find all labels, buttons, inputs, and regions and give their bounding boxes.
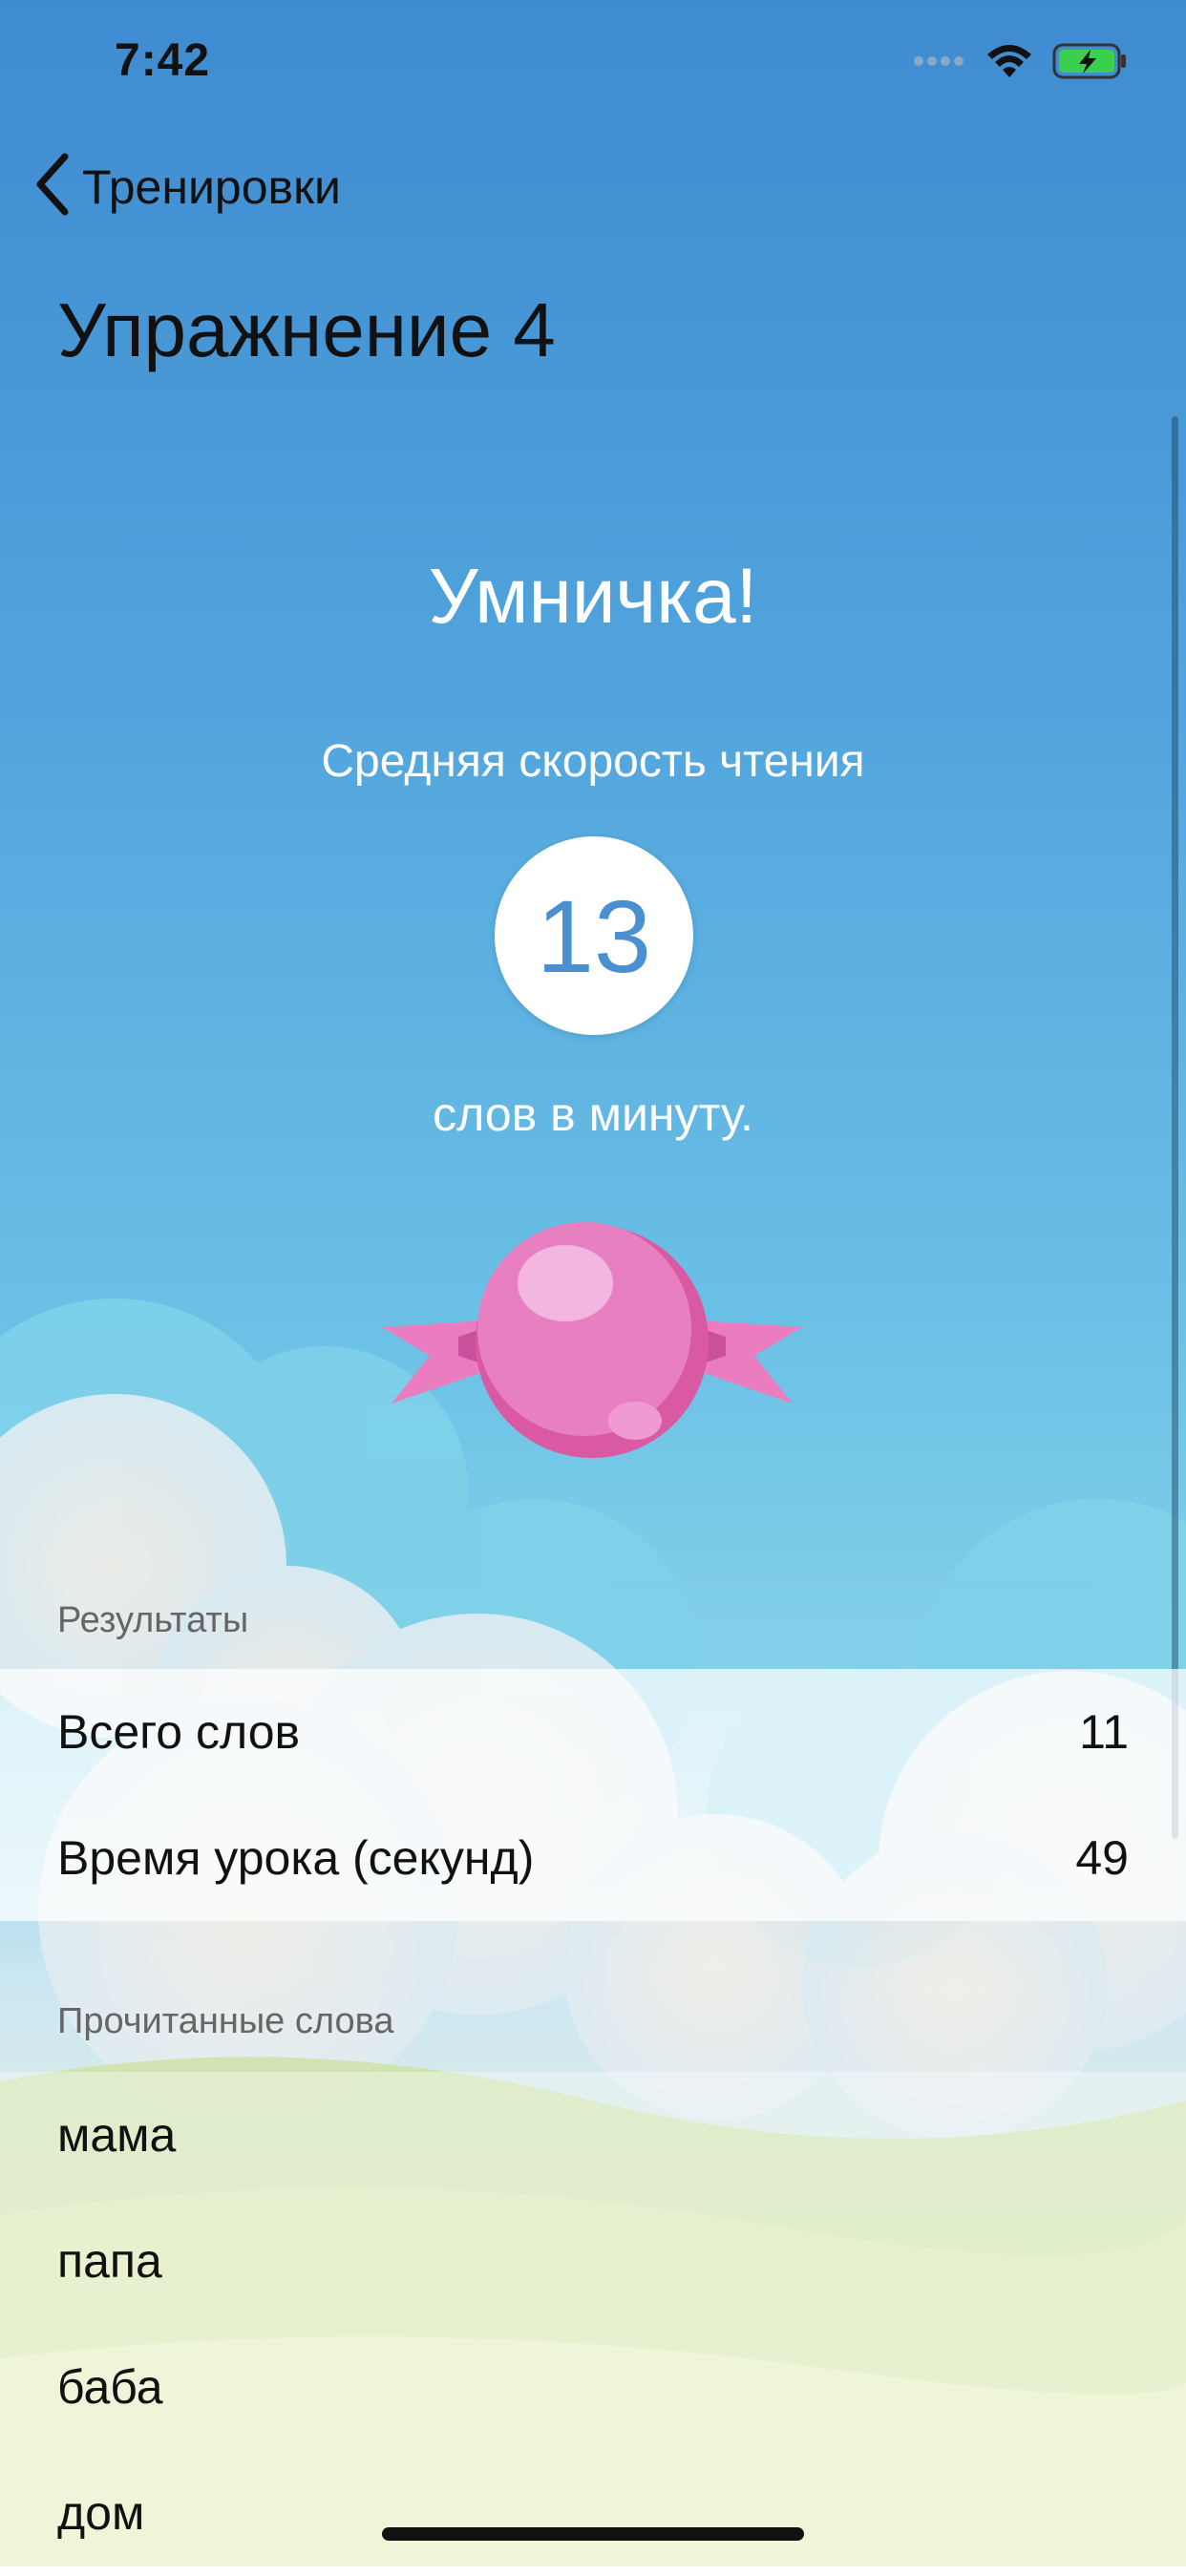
row-label: Всего слов	[57, 1705, 301, 1759]
results-group: Всего слов 11 Время урока (секунд) 49	[0, 1669, 1186, 1921]
row-value: 11	[1079, 1705, 1129, 1759]
result-subtitle: Средняя скорость чтения	[321, 736, 865, 787]
words-list: мама папа баба дом	[0, 2072, 1186, 2576]
home-indicator[interactable]	[382, 2527, 804, 2541]
back-button[interactable]: Тренировки	[34, 153, 341, 221]
back-button-label: Тренировки	[82, 159, 341, 214]
speed-unit: слов в минуту.	[433, 1087, 753, 1141]
list-item: мама	[57, 2108, 177, 2162]
row-value: 49	[1075, 1831, 1129, 1885]
candy-icon	[363, 1213, 821, 1466]
speed-value: 13	[536, 877, 652, 994]
list-item: папа	[57, 2234, 162, 2288]
status-icons	[913, 42, 1129, 84]
status-time: 7:42	[115, 35, 211, 86]
list-item: дом	[57, 2486, 145, 2540]
row-label: Время урока (секунд)	[57, 1831, 535, 1885]
speed-badge: 13	[495, 836, 693, 1035]
battery-charging-icon	[1052, 42, 1129, 85]
signal-icon	[913, 54, 966, 73]
results-row-total-words: Всего слов 11	[0, 1669, 1186, 1795]
chevron-left-icon	[34, 153, 73, 221]
result-headline: Умничка!	[428, 553, 758, 640]
list-item: баба	[57, 2360, 163, 2414]
wifi-icon	[985, 43, 1033, 84]
page-title: Упражнение 4	[57, 287, 556, 372]
results-row-lesson-time: Время урока (секунд) 49	[0, 1795, 1186, 1921]
results-section-header: Результаты	[57, 1600, 249, 1640]
words-section-header: Прочитанные слова	[57, 2001, 394, 2041]
